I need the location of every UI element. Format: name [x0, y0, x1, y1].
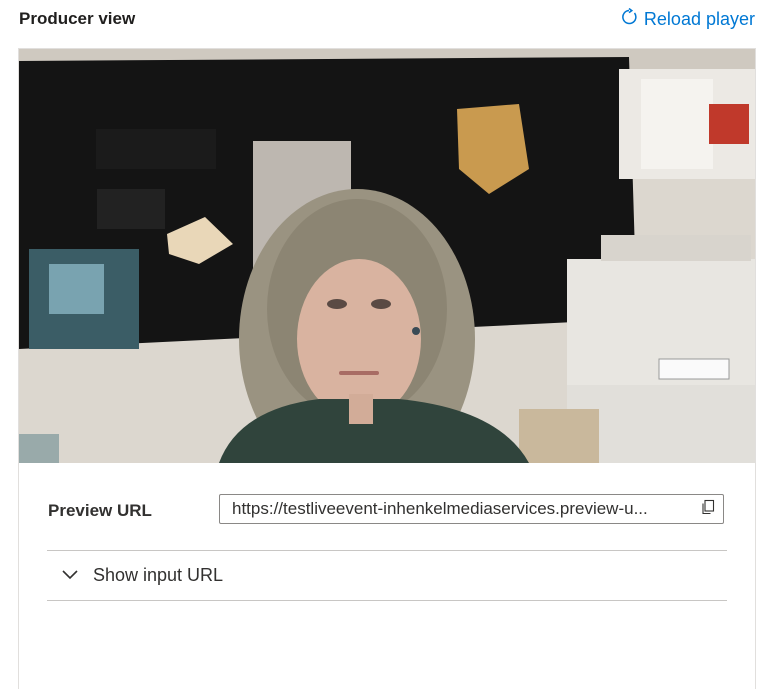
copy-button[interactable]: [693, 495, 723, 523]
video-player[interactable]: [19, 49, 755, 463]
producer-panel: Preview URL https://testliveevent-inhenk…: [18, 48, 756, 689]
page-title: Producer view: [19, 9, 136, 28]
video-frame: [19, 49, 755, 463]
reload-player-button[interactable]: Reload player: [620, 7, 755, 31]
show-input-url-label: Show input URL: [93, 565, 224, 585]
divider: [47, 600, 727, 601]
preview-url-value: https://testliveevent-inhenkelmediaservi…: [232, 499, 648, 518]
show-input-url-toggle[interactable]: Show input URL: [61, 565, 223, 586]
copy-icon: [700, 499, 716, 520]
refresh-icon: [620, 7, 638, 31]
chevron-down-icon: [61, 565, 79, 586]
preview-url-label: Preview URL: [48, 501, 152, 520]
divider: [47, 550, 727, 551]
reload-player-label: Reload player: [643, 9, 755, 29]
preview-url-field[interactable]: https://testliveevent-inhenkelmediaservi…: [219, 494, 724, 524]
